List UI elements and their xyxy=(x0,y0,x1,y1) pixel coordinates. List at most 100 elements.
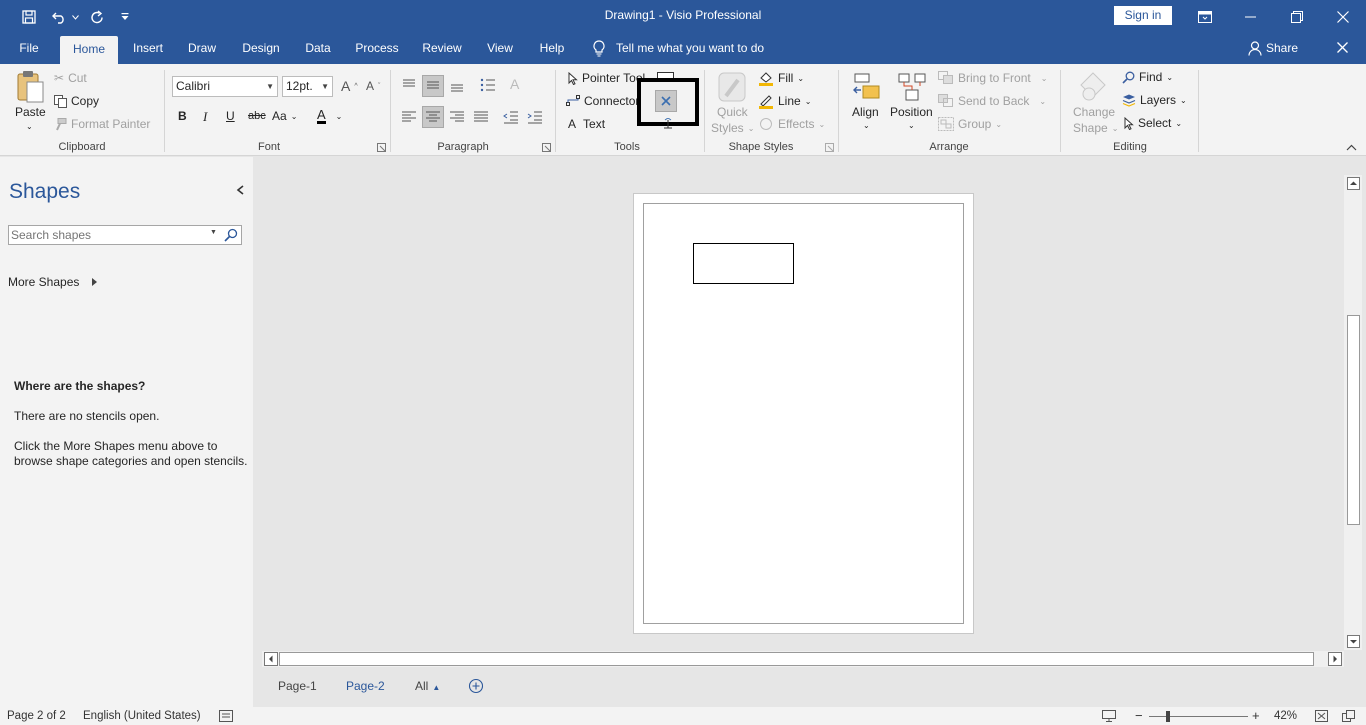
find-button[interactable]: Find ⌄ xyxy=(1122,70,1173,84)
search-dropdown-icon[interactable]: ▼ xyxy=(210,229,217,236)
customize-qat-icon[interactable] xyxy=(118,7,132,27)
tab-process[interactable]: Process xyxy=(352,33,402,64)
more-shapes-arrow-icon[interactable] xyxy=(92,278,97,286)
align-right-icon[interactable] xyxy=(448,108,466,126)
tab-review[interactable]: Review xyxy=(418,33,466,64)
position-button[interactable]: Position xyxy=(890,105,933,119)
sign-in-button[interactable]: Sign in xyxy=(1114,6,1172,25)
bullets-icon[interactable] xyxy=(479,76,497,94)
dialog-launcher-icon[interactable] xyxy=(377,143,386,152)
italic-icon[interactable]: I xyxy=(203,109,207,125)
collapse-ribbon-icon[interactable] xyxy=(1346,144,1357,151)
change-shape-icon[interactable] xyxy=(1077,70,1109,104)
position-dropdown-icon[interactable]: ⌄ xyxy=(908,121,915,130)
tab-design[interactable]: Design xyxy=(238,33,284,64)
text-direction-icon[interactable]: A xyxy=(510,76,519,92)
close-ribbon-icon[interactable] xyxy=(1337,42,1348,53)
format-painter-button[interactable]: Format Painter xyxy=(54,117,150,131)
effects-button[interactable]: Effects ⌄ xyxy=(758,116,825,132)
page-tab-2[interactable]: Page-2 xyxy=(346,679,385,693)
presentation-mode-icon[interactable] xyxy=(1102,710,1116,722)
zoom-level[interactable]: 42% xyxy=(1274,710,1297,722)
fit-to-window-icon[interactable] xyxy=(1315,710,1328,722)
bring-to-front-button[interactable]: Bring to Front ⌄ xyxy=(938,71,1047,85)
grow-font-icon[interactable]: A ^ xyxy=(341,78,358,94)
group-button[interactable]: Group ⌄ xyxy=(938,117,1002,131)
tab-insert[interactable]: Insert xyxy=(128,33,168,64)
switch-windows-icon[interactable] xyxy=(1342,710,1355,722)
line-button[interactable]: Line ⌄ xyxy=(758,93,811,109)
rectangle-shape[interactable] xyxy=(693,243,794,284)
cut-button[interactable]: ✂ Cut xyxy=(54,71,87,85)
minimize-icon[interactable] xyxy=(1228,0,1274,33)
paste-dropdown-icon[interactable]: ⌄ xyxy=(26,122,33,131)
language-status[interactable]: English (United States) xyxy=(83,710,201,722)
save-icon[interactable] xyxy=(18,7,40,27)
strikethrough-icon[interactable]: abc xyxy=(248,110,266,122)
dialog-launcher-icon[interactable] xyxy=(825,143,834,152)
change-shape-button[interactable]: Change xyxy=(1073,105,1115,119)
macro-recorder-icon[interactable] xyxy=(219,710,233,722)
zoom-slider-track[interactable] xyxy=(1149,716,1248,717)
select-button[interactable]: Select ⌄ xyxy=(1124,116,1182,130)
connection-point-icon[interactable] xyxy=(661,118,675,130)
collapse-pane-icon[interactable] xyxy=(236,185,244,195)
search-shapes-box[interactable]: ▼ xyxy=(8,225,242,245)
text-tool-button[interactable]: A Text xyxy=(568,117,605,131)
tab-view[interactable]: View xyxy=(482,33,518,64)
font-family-select[interactable]: Calibri ▼ xyxy=(172,76,278,97)
align-top-icon[interactable] xyxy=(400,76,418,94)
all-pages-menu[interactable]: All ▲ xyxy=(415,679,440,693)
horizontal-scroll-thumb[interactable] xyxy=(279,652,1314,666)
drawing-canvas[interactable] xyxy=(262,175,1344,650)
bold-icon[interactable]: B xyxy=(178,109,187,123)
dialog-launcher-icon[interactable] xyxy=(542,143,551,152)
zoom-in-button[interactable]: + xyxy=(1252,708,1260,723)
x-shape-icon[interactable] xyxy=(655,90,677,112)
decrease-indent-icon[interactable] xyxy=(502,108,520,126)
tab-draw[interactable]: Draw xyxy=(184,33,220,64)
font-color-icon[interactable]: A ⌄ xyxy=(317,108,342,124)
align-center-icon[interactable] xyxy=(422,106,444,128)
horizontal-scrollbar[interactable] xyxy=(262,651,1344,667)
quick-styles-button[interactable]: Quick xyxy=(717,105,748,119)
scroll-down-arrow-icon[interactable] xyxy=(1347,635,1360,648)
scroll-left-arrow-icon[interactable] xyxy=(264,652,278,666)
align-button[interactable]: Align xyxy=(852,105,879,119)
search-shapes-input[interactable] xyxy=(11,227,207,243)
send-to-back-button[interactable]: Send to Back ⌄ xyxy=(938,94,1046,108)
align-middle-icon[interactable] xyxy=(422,75,444,97)
drawing-page[interactable] xyxy=(633,193,974,634)
share-person-icon[interactable] xyxy=(1248,41,1262,56)
add-page-icon[interactable] xyxy=(468,678,484,694)
underline-icon[interactable]: U xyxy=(226,109,235,123)
layers-button[interactable]: Layers ⌄ xyxy=(1122,93,1187,107)
tab-data[interactable]: Data xyxy=(300,33,336,64)
more-shapes-menu[interactable]: More Shapes xyxy=(8,275,79,289)
restore-icon[interactable] xyxy=(1274,0,1320,33)
fill-button[interactable]: Fill ⌄ xyxy=(758,70,804,86)
page-number-status[interactable]: Page 2 of 2 xyxy=(7,710,66,722)
undo-icon[interactable] xyxy=(48,7,70,27)
increase-indent-icon[interactable] xyxy=(526,108,544,126)
ribbon-display-icon[interactable] xyxy=(1182,0,1228,33)
pointer-tool-button[interactable]: Pointer Tool xyxy=(568,71,645,85)
align-dropdown-icon[interactable]: ⌄ xyxy=(863,121,870,130)
font-size-select[interactable]: 12pt. ▼ xyxy=(282,76,333,97)
scroll-right-arrow-icon[interactable] xyxy=(1328,652,1342,666)
tab-home[interactable]: Home xyxy=(60,36,118,64)
lightbulb-icon[interactable] xyxy=(592,40,606,57)
page-tab-1[interactable]: Page-1 xyxy=(278,679,317,693)
zoom-out-button[interactable]: − xyxy=(1135,708,1143,723)
quick-styles-icon[interactable] xyxy=(716,70,748,104)
undo-dropdown-icon[interactable] xyxy=(70,7,80,27)
copy-button[interactable]: Copy xyxy=(54,94,99,108)
share-button[interactable]: Share xyxy=(1264,33,1300,64)
redo-icon[interactable] xyxy=(86,7,108,27)
search-icon[interactable] xyxy=(224,228,238,242)
align-bottom-icon[interactable] xyxy=(448,76,466,94)
tab-help[interactable]: Help xyxy=(534,33,570,64)
zoom-slider-thumb[interactable] xyxy=(1166,711,1170,722)
position-icon[interactable] xyxy=(896,70,928,104)
shrink-font-icon[interactable]: Aˇ xyxy=(366,79,380,93)
